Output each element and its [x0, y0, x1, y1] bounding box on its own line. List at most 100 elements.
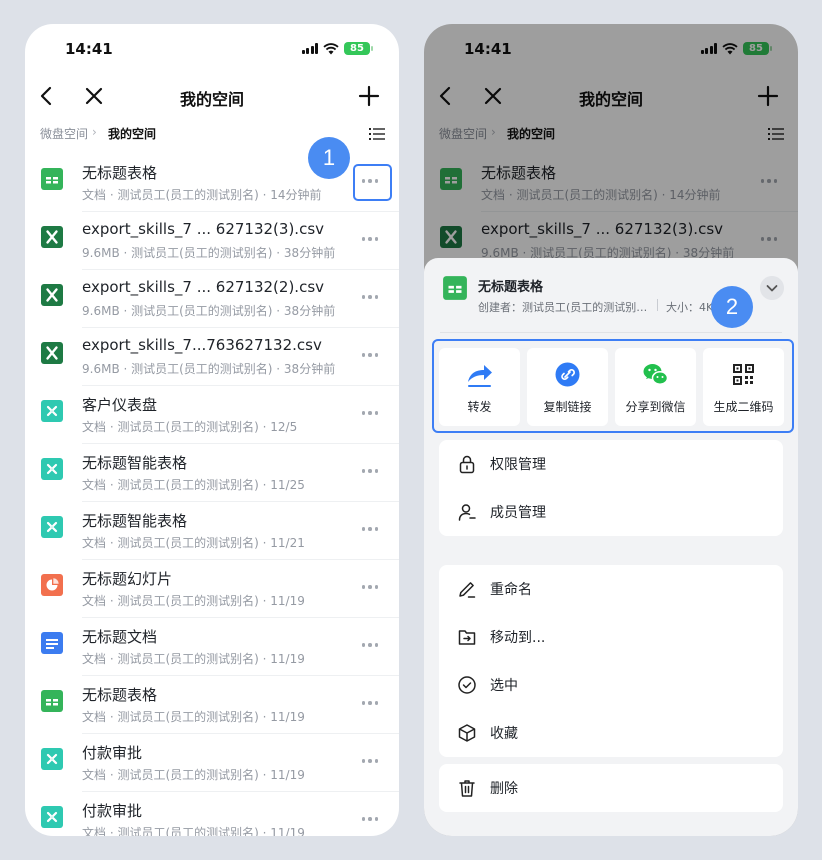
file-name: 无标题智能表格 [82, 512, 188, 530]
file-list-item[interactable]: 付款审批文档 · 测试员工(员工的测试别名) · 11/19 [25, 734, 399, 792]
file-meta: 文档 · 测试员工(员工的测试别名) · 11/19 [82, 710, 305, 724]
close-icon[interactable] [80, 82, 108, 110]
link-icon [555, 362, 580, 387]
sheet-icon [40, 689, 64, 713]
action-group-edit: 重命名 移动到... 选中 收藏 [439, 565, 783, 757]
delete-item[interactable]: 删除 [439, 764, 783, 812]
select-item[interactable]: 选中 [439, 661, 783, 709]
more-options-icon[interactable] [359, 750, 381, 772]
select-label: 选中 [490, 678, 518, 694]
add-icon[interactable] [355, 82, 383, 110]
file-list-item[interactable]: 无标题文档文档 · 测试员工(员工的测试别名) · 11/19 [25, 618, 399, 676]
move-folder-icon [458, 630, 476, 645]
slides-icon [40, 573, 64, 597]
file-name: 付款审批 [82, 744, 143, 762]
excel-icon [40, 283, 64, 307]
file-meta: 文档 · 测试员工(员工的测试别名) · 12/5 [82, 420, 298, 434]
more-options-icon[interactable] [359, 692, 381, 714]
more-options-icon[interactable] [359, 634, 381, 656]
chevron-down-icon[interactable] [760, 276, 784, 300]
check-circle-icon [458, 676, 476, 694]
file-list-item[interactable]: 客户仪表盘 文档 · 测试员工(员工的测试别名) · 12/5 [25, 386, 399, 444]
qrcode-icon [733, 364, 754, 385]
file-meta: 9.6MB · 测试员工(员工的测试别名) · 38分钟前 [82, 246, 336, 260]
delete-label: 删除 [490, 781, 518, 797]
dashboard-icon [40, 399, 64, 423]
excel-icon [40, 225, 64, 249]
permission-manage-label: 权限管理 [490, 457, 546, 473]
list-view-icon[interactable] [367, 124, 387, 144]
file-meta: 文档 · 测试员工(员工的测试别名) · 11/21 [82, 536, 305, 550]
more-options-icon[interactable] [359, 460, 381, 482]
more-options-icon[interactable] [359, 808, 381, 830]
box-icon [458, 724, 476, 742]
file-list-item[interactable]: export_skills_7...763627132.csv 9.6MB · 测… [25, 328, 399, 386]
file-name: 无标题表格 [82, 686, 158, 704]
action-group-permissions: 权限管理 成员管理 [439, 440, 783, 536]
pencil-icon [459, 582, 476, 598]
rename-item[interactable]: 重命名 [439, 565, 783, 613]
status-time: 14:41 [65, 40, 113, 58]
breadcrumb-root[interactable]: 微盘空间 [40, 125, 88, 142]
permission-manage-item[interactable]: 权限管理 [439, 440, 783, 488]
file-name: export_skills_7 ... 627132(3).csv [82, 220, 325, 238]
file-name: 无标题幻灯片 [82, 570, 173, 588]
excel-icon [40, 341, 64, 365]
status-bar: 14:41 85 [25, 24, 399, 74]
smart-table-icon [40, 805, 64, 829]
back-icon[interactable] [33, 82, 61, 110]
member-manage-item[interactable]: 成员管理 [439, 488, 783, 536]
file-name: export_skills_7...763627132.csv [82, 336, 322, 354]
sheet-file-creator: 创建者：测试员工(员工的测试别名) [478, 301, 648, 314]
file-meta: 9.6MB · 测试员工(员工的测试别名) · 38分钟前 [82, 304, 336, 318]
more-options-icon[interactable] [359, 576, 381, 598]
file-name: 无标题表格 [82, 164, 158, 182]
signal-icon [301, 43, 318, 54]
move-to-label: 移动到... [490, 630, 546, 646]
lock-icon [459, 455, 475, 474]
file-list-item[interactable]: export_skills_7 ... 627132(2).csv 9.6MB ·… [25, 270, 399, 328]
highlight-more-button [353, 164, 392, 201]
action-group-delete: 删除 [439, 764, 783, 812]
meta-divider [657, 299, 658, 311]
more-options-icon[interactable] [359, 228, 381, 250]
favorite-item[interactable]: 收藏 [439, 709, 783, 757]
move-to-item[interactable]: 移动到... [439, 613, 783, 661]
status-icons: 85 [301, 42, 373, 55]
file-name: export_skills_7 ... 627132(2).csv [82, 278, 325, 296]
share-wechat-button[interactable]: 分享到微信 [615, 348, 696, 426]
file-meta: 文档 · 测试员工(员工的测试别名) · 11/19 [82, 826, 305, 836]
file-name: 无标题文档 [82, 628, 158, 646]
copy-link-button[interactable]: 复制链接 [527, 348, 608, 426]
forward-button[interactable]: 转发 [439, 348, 520, 426]
rename-label: 重命名 [490, 582, 532, 598]
member-manage-label: 成员管理 [490, 505, 546, 521]
action-sheet: 无标题表格 创建者：测试员工(员工的测试别名) 大小：4KB 转发 复制链接 分… [424, 258, 798, 836]
breadcrumb-current: 我的空间 [108, 127, 157, 141]
file-meta: 文档 · 测试员工(员工的测试别名) · 11/19 [82, 652, 305, 666]
copy-link-label: 复制链接 [543, 400, 592, 414]
forward-icon [468, 365, 492, 387]
generate-qrcode-label: 生成二维码 [713, 400, 774, 414]
file-meta: 文档 · 测试员工(员工的测试别名) · 11/19 [82, 594, 305, 608]
more-options-icon[interactable] [359, 518, 381, 540]
file-meta: 文档 · 测试员工(员工的测试别名) · 14分钟前 [82, 188, 322, 202]
favorite-label: 收藏 [490, 726, 518, 742]
file-list-item[interactable]: 付款审批文档 · 测试员工(员工的测试别名) · 11/19 [25, 792, 399, 836]
file-name: 付款审批 [82, 802, 143, 820]
file-list-item[interactable]: 无标题幻灯片文档 · 测试员工(员工的测试别名) · 11/19 [25, 560, 399, 618]
more-options-icon[interactable] [359, 344, 381, 366]
more-options-icon[interactable] [359, 402, 381, 424]
file-name: 无标题智能表格 [82, 454, 188, 472]
file-list-item[interactable]: export_skills_7 ... 627132(3).csv 9.6MB ·… [25, 212, 399, 270]
more-options-icon[interactable] [359, 286, 381, 308]
sheet-icon [40, 167, 64, 191]
file-list-item[interactable]: 无标题表格文档 · 测试员工(员工的测试别名) · 11/19 [25, 676, 399, 734]
file-list-item[interactable]: 无标题智能表格 文档 · 测试员工(员工的测试别名) · 11/25 [25, 444, 399, 502]
file-list-item[interactable]: 无标题智能表格文档 · 测试员工(员工的测试别名) · 11/21 [25, 502, 399, 560]
share-wechat-label: 分享到微信 [625, 400, 686, 414]
file-meta: 文档 · 测试员工(员工的测试别名) · 11/19 [82, 768, 305, 782]
phone-left-screen: 14:41 85 我的空间 微盘空间 › 我的空间 无标题表格 文档 · 测试员工… [25, 24, 399, 836]
members-icon [458, 504, 476, 521]
generate-qrcode-button[interactable]: 生成二维码 [703, 348, 784, 426]
